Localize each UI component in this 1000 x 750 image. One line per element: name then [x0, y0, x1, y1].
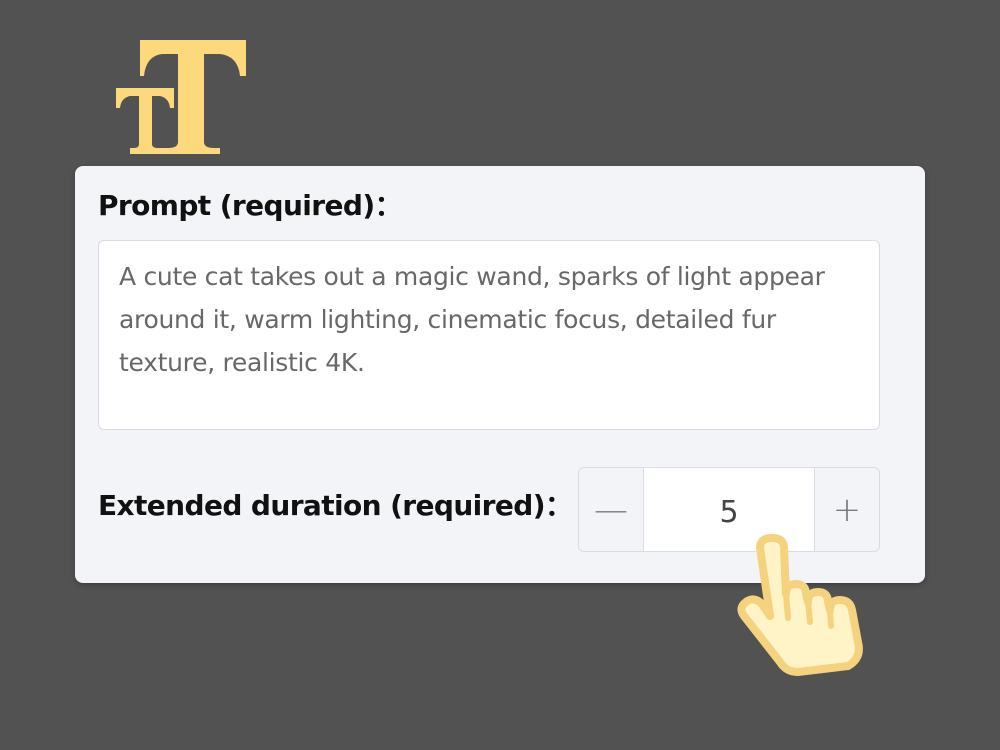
plus-icon: + — [832, 489, 862, 530]
prompt-textarea[interactable]: A cute cat takes out a magic wand, spark… — [98, 240, 880, 430]
prompt-label: Prompt (required)： — [98, 189, 403, 222]
hand-pointer-icon — [737, 534, 863, 676]
generation-form-card: Prompt (required)： A cute cat takes out … — [75, 166, 925, 583]
decrement-button[interactable]: — — [579, 468, 643, 551]
duration-label: Extended duration (required)： — [98, 489, 573, 522]
minus-icon: — — [594, 489, 628, 530]
text-size-icon — [116, 40, 246, 154]
